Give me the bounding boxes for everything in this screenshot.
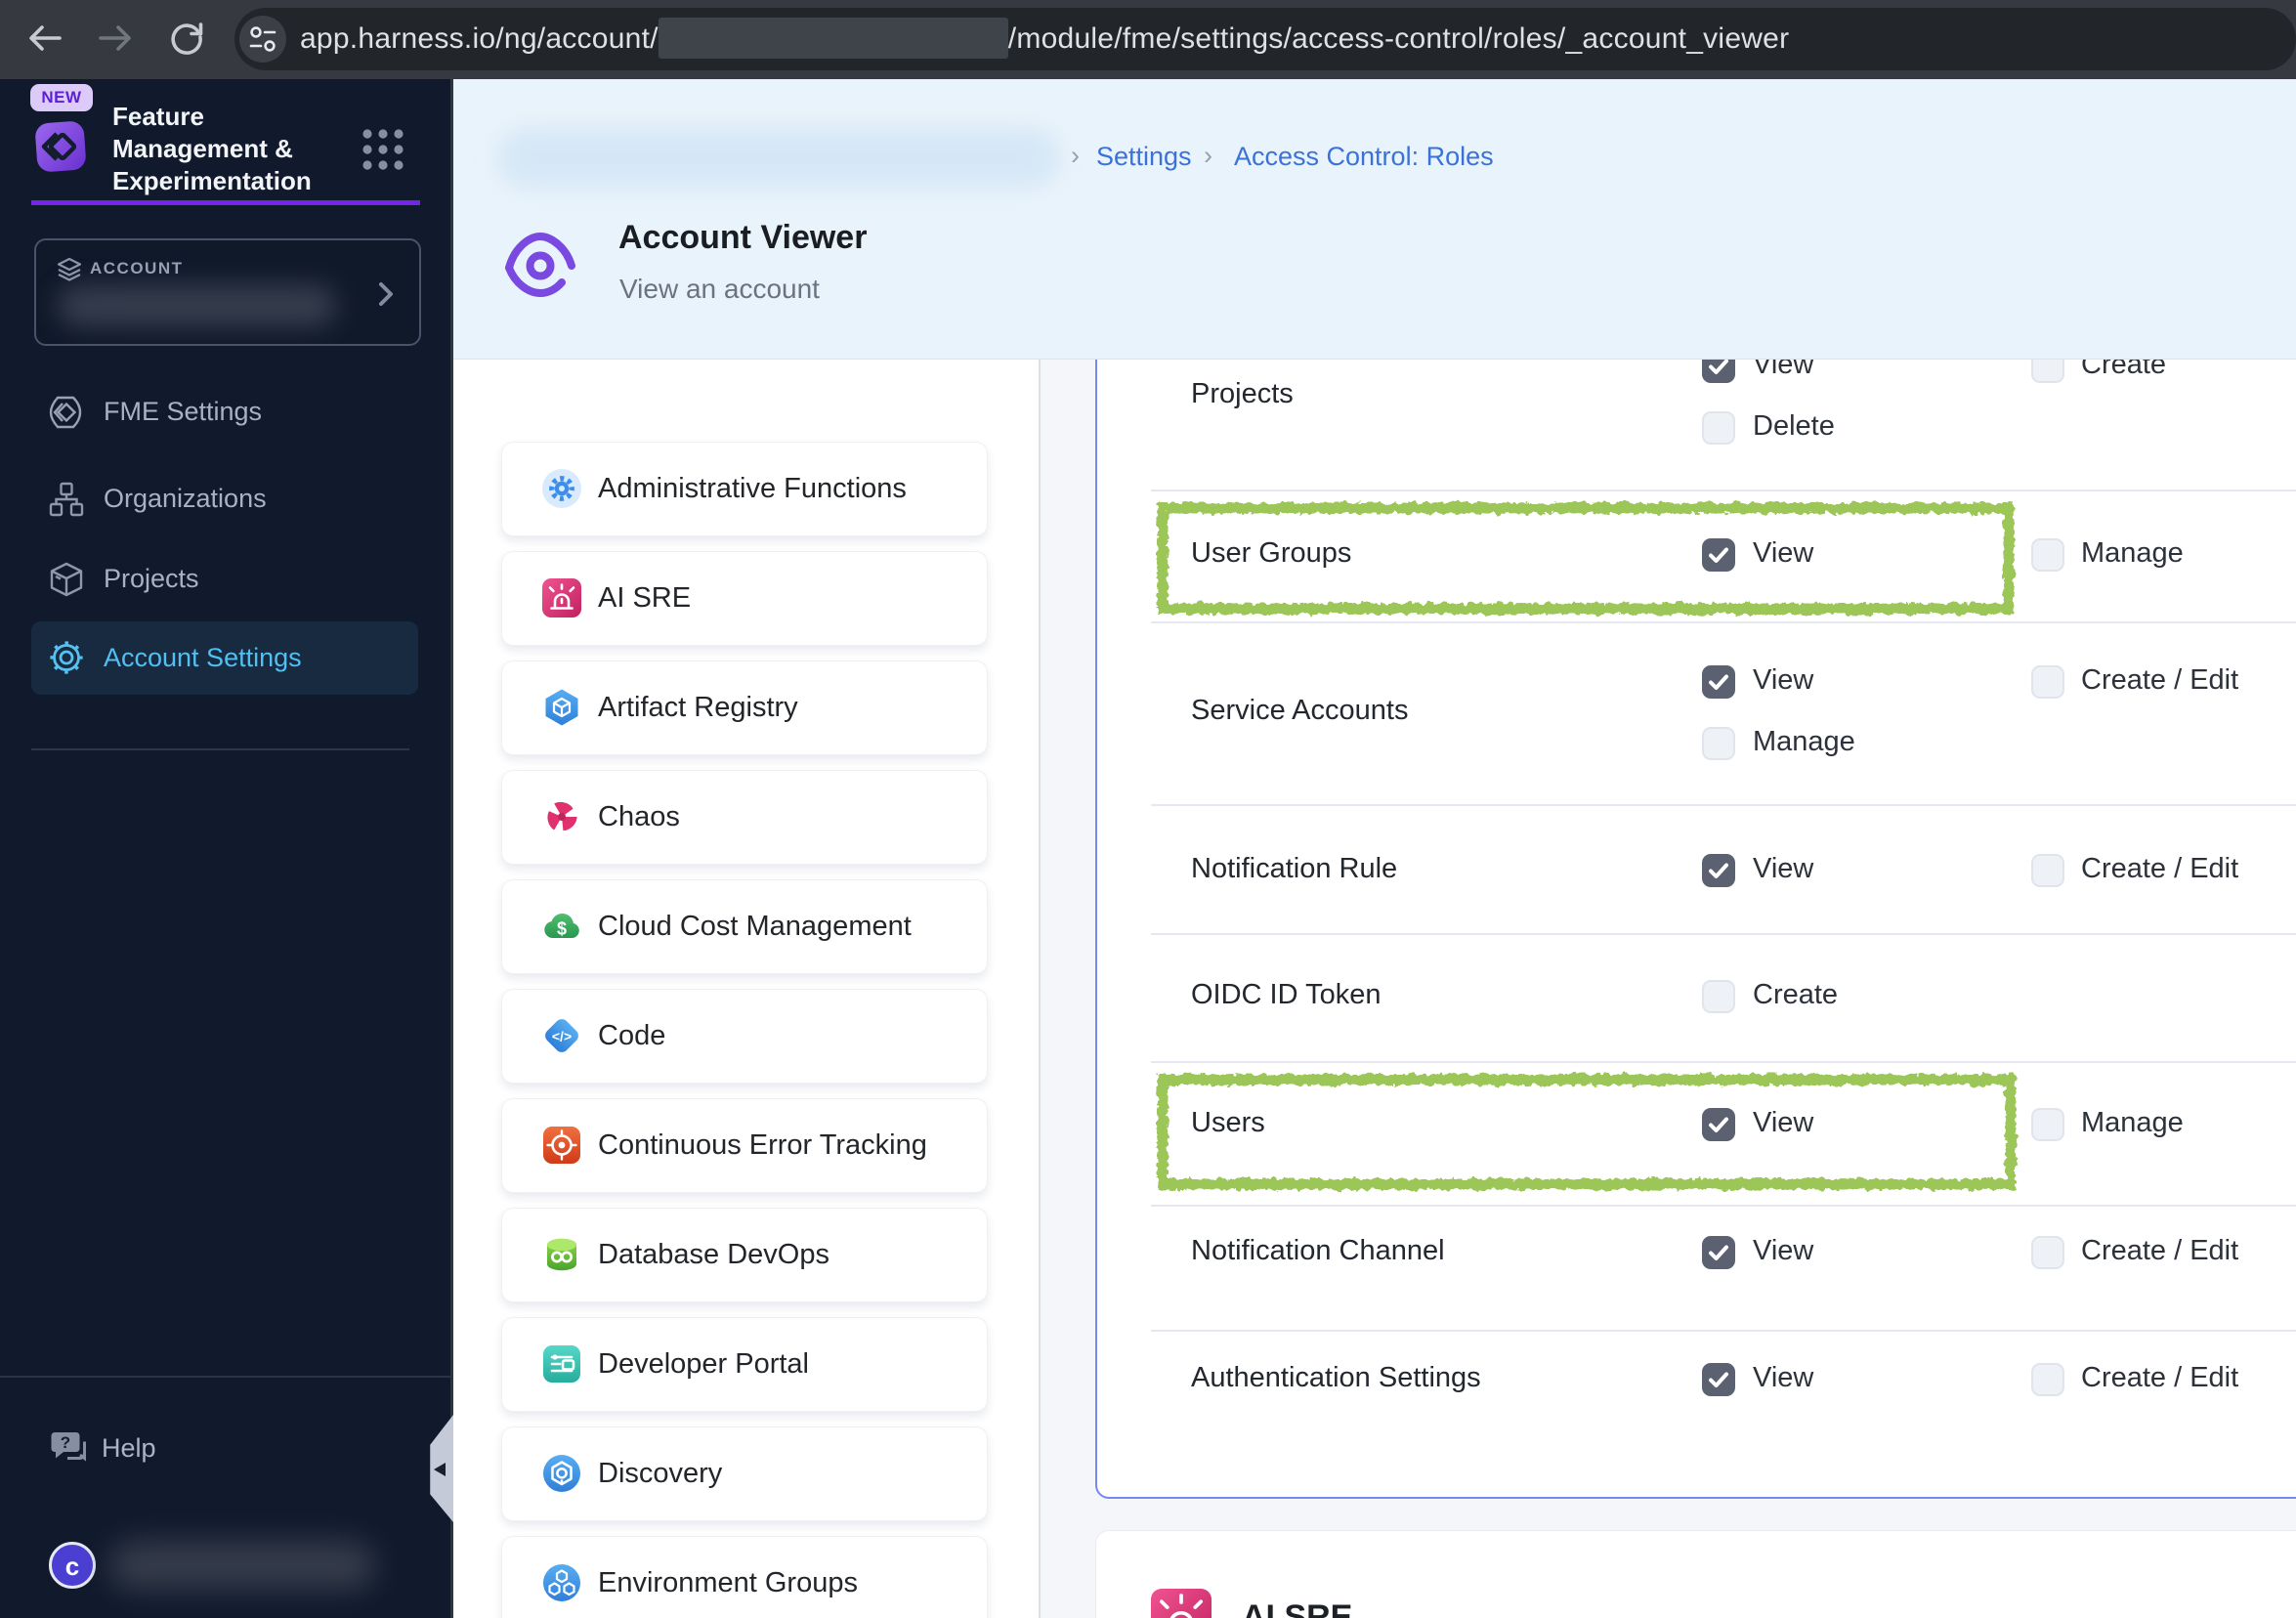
svg-text:?: ? — [61, 1433, 70, 1452]
svg-text:</>: </> — [552, 1029, 572, 1044]
svg-text:$: $ — [557, 919, 567, 939]
